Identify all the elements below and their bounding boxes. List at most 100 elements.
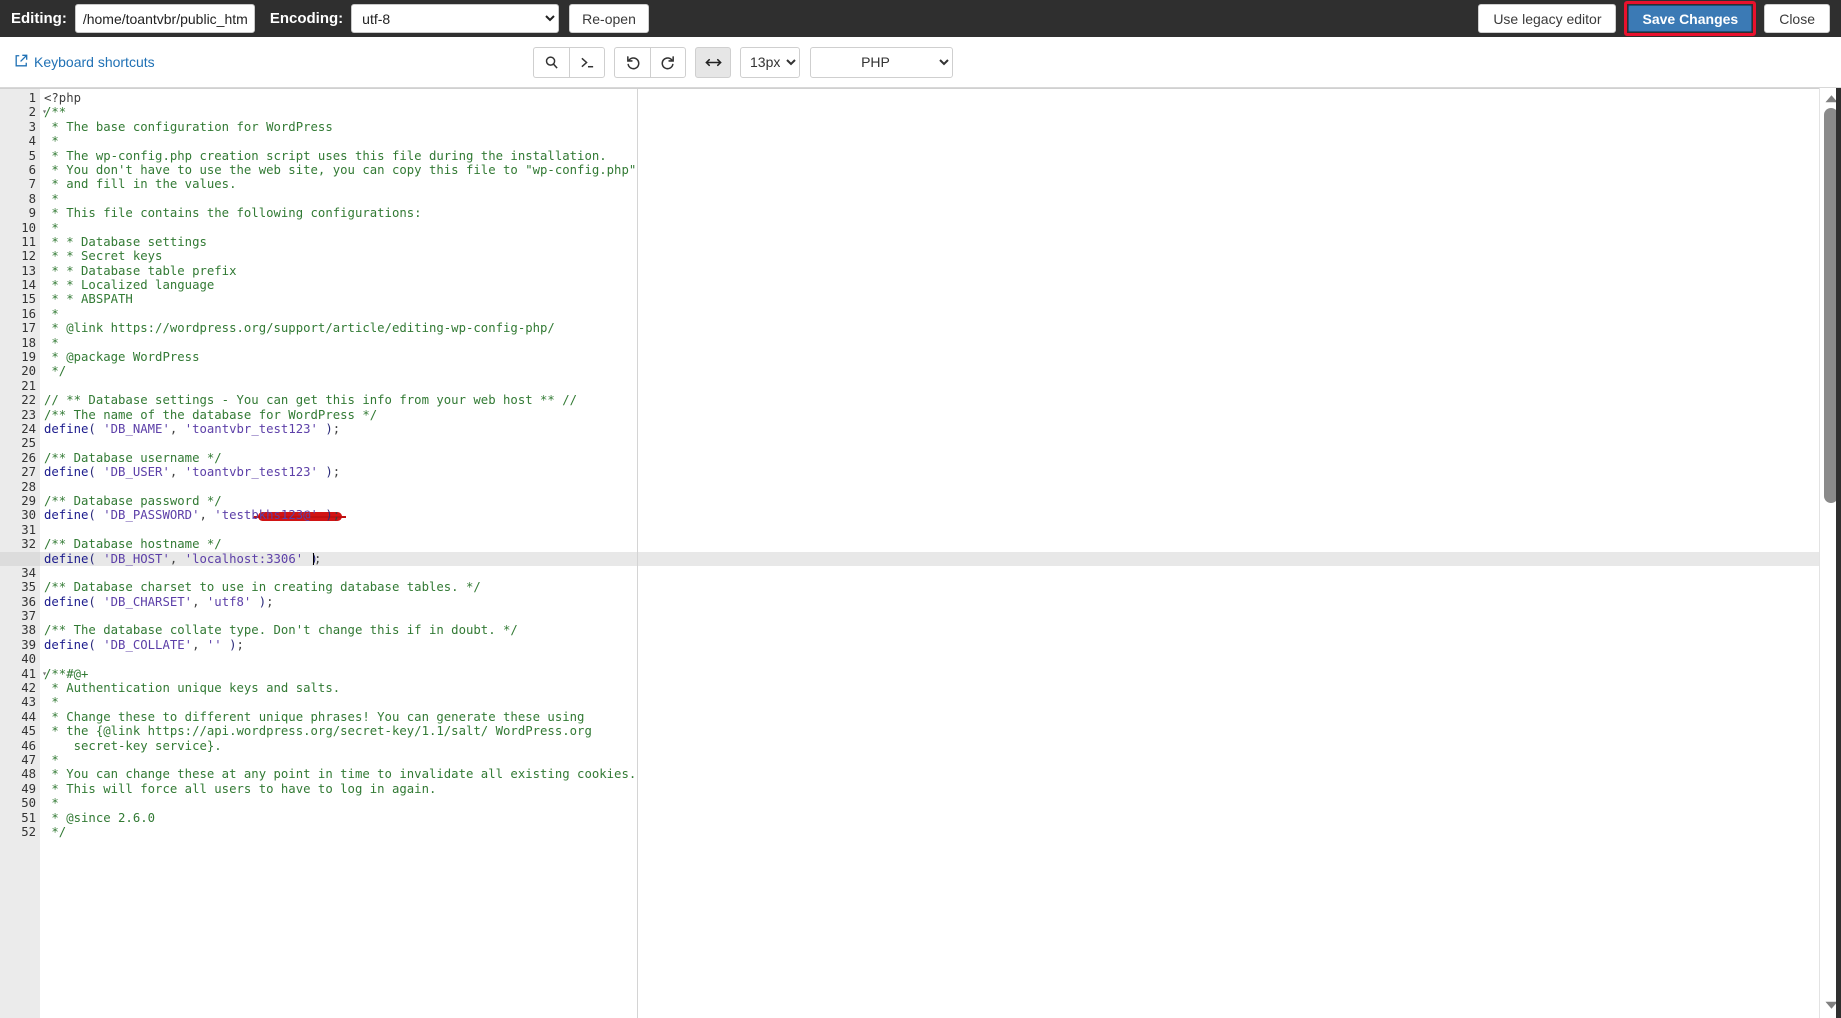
code-line[interactable]: /** Database username */ [40, 451, 1841, 465]
code-line[interactable]: * Change these to different unique phras… [40, 710, 1841, 724]
code-token: ( [88, 421, 104, 436]
code-line[interactable]: /** Database password */ [40, 494, 1841, 508]
code-token: /** Database password */ [44, 493, 222, 508]
word-wrap-icon[interactable] [695, 46, 731, 78]
code-line[interactable]: * [40, 221, 1841, 235]
code-line[interactable]: * [40, 796, 1841, 810]
code-line[interactable]: define( 'DB_PASSWORD', 'testbkhs123@' ); [40, 508, 1841, 522]
code-line[interactable]: /** The database collate type. Don't cha… [40, 623, 1841, 637]
code-content-area[interactable]: <?php/** * The base configuration for Wo… [40, 88, 1841, 1018]
code-line[interactable]: * @package WordPress [40, 350, 1841, 364]
code-editor[interactable]: 1 2 ▾ 3 4 5 6 7 8 9 10 11 12 13 14 15 16 17 18 19 20 21 22 23 24… [0, 88, 1841, 1018]
code-line[interactable]: * * Localized language [40, 278, 1841, 292]
code-line[interactable]: * [40, 695, 1841, 709]
redo-icon[interactable] [650, 46, 686, 78]
line-number: 21 [21, 378, 36, 393]
code-line[interactable] [40, 652, 1841, 666]
code-line[interactable]: <?php [40, 91, 1841, 105]
save-changes-button[interactable]: Save Changes [1628, 5, 1753, 32]
code-line[interactable]: secret-key service}. [40, 739, 1841, 753]
use-legacy-editor-button[interactable]: Use legacy editor [1478, 4, 1617, 33]
code-token: ( [88, 594, 104, 609]
close-button[interactable]: Close [1764, 4, 1830, 33]
line-number: 51 [21, 810, 36, 825]
code-line[interactable]: * This file contains the following confi… [40, 206, 1841, 220]
external-link-icon [14, 54, 28, 71]
code-line[interactable]: /** The name of the database for WordPre… [40, 408, 1841, 422]
code-token: /** Database hostname */ [44, 537, 222, 552]
code-line[interactable] [40, 379, 1841, 393]
code-line[interactable]: */ [40, 364, 1841, 378]
code-line[interactable]: define( 'DB_CHARSET', 'utf8' ); [40, 595, 1841, 609]
line-number: 18 [21, 335, 36, 350]
code-line[interactable]: define( 'DB_USER', 'toantvbr_test123' ); [40, 465, 1841, 479]
code-token: 'DB_HOST' [103, 551, 170, 566]
code-line[interactable]: * [40, 134, 1841, 148]
line-number: 24 [21, 421, 36, 436]
code-line[interactable]: * You can change these at any point in t… [40, 767, 1841, 781]
code-line[interactable]: /** Database charset to use in creating … [40, 580, 1841, 594]
line-number: 10 [21, 220, 36, 235]
code-line[interactable]: * @link https://wordpress.org/support/ar… [40, 321, 1841, 335]
code-token: * [44, 220, 59, 235]
line-number: 2 ▾ [0, 105, 47, 119]
code-line[interactable]: define( 'DB_NAME', 'toantvbr_test123' ); [40, 422, 1841, 436]
line-number: 25 [21, 436, 36, 451]
code-line[interactable] [40, 436, 1841, 450]
code-token: ( [88, 551, 104, 566]
code-line[interactable]: /** [40, 105, 1841, 119]
code-line[interactable]: * The wp-config.php creation script uses… [40, 149, 1841, 163]
code-line[interactable]: * * Database settings [40, 235, 1841, 249]
line-number: 3 [28, 119, 36, 134]
line-number: 35 [21, 580, 36, 595]
code-token: ( [88, 637, 104, 652]
font-size-select[interactable]: 13px [740, 46, 800, 78]
code-line[interactable]: * * Secret keys [40, 249, 1841, 263]
code-line[interactable]: * * ABSPATH [40, 292, 1841, 306]
code-token: * The base configuration for WordPress [44, 119, 333, 134]
code-line[interactable]: * [40, 336, 1841, 350]
code-token: * You can change these at any point in t… [44, 767, 637, 782]
code-line[interactable]: * The base configuration for WordPress [40, 120, 1841, 134]
code-line[interactable]: */ [40, 825, 1841, 839]
line-number: 13 [21, 263, 36, 278]
code-line[interactable] [40, 523, 1841, 537]
code-line[interactable]: * This will force all users to have to l… [40, 782, 1841, 796]
undo-icon[interactable] [614, 46, 650, 78]
code-line[interactable]: * Authentication unique keys and salts. [40, 681, 1841, 695]
line-number: 22 [21, 393, 36, 408]
code-line[interactable]: * @since 2.6.0 [40, 811, 1841, 825]
code-token: /** The name of the database for WordPre… [44, 407, 378, 422]
console-icon[interactable] [569, 46, 605, 78]
keyboard-shortcuts-link[interactable]: Keyboard shortcuts [14, 54, 155, 71]
code-line[interactable]: * [40, 753, 1841, 767]
code-line[interactable]: /** Database hostname */ [40, 537, 1841, 551]
code-line[interactable]: define( 'DB_HOST', 'localhost:3306' ); [40, 552, 1841, 566]
code-line[interactable]: define( 'DB_COLLATE', '' ); [40, 638, 1841, 652]
line-number: 19 [21, 350, 36, 365]
search-icon[interactable] [533, 46, 569, 78]
reopen-button[interactable]: Re-open [569, 4, 649, 33]
code-line[interactable]: * [40, 192, 1841, 206]
code-line[interactable]: * You don't have to use the web site, yo… [40, 163, 1841, 177]
code-line[interactable]: * * Database table prefix [40, 264, 1841, 278]
code-line[interactable]: /**#@+ [40, 667, 1841, 681]
code-token: /** [44, 105, 67, 120]
code-token: * [44, 191, 59, 206]
line-number: 7 [28, 177, 36, 192]
code-line[interactable]: * and fill in the values. [40, 177, 1841, 191]
line-number: 1 [28, 91, 36, 105]
code-token: define [44, 508, 89, 523]
code-line[interactable] [40, 566, 1841, 580]
code-line[interactable]: * the {@link https://api.wordpress.org/s… [40, 724, 1841, 738]
code-line[interactable]: // ** Database settings - You can get th… [40, 393, 1841, 407]
code-line[interactable] [40, 480, 1841, 494]
encoding-select[interactable]: utf-8 [351, 4, 560, 33]
line-number: 32 [21, 537, 36, 552]
code-line[interactable]: * [40, 307, 1841, 321]
code-token: , [199, 508, 215, 523]
file-path-input[interactable] [74, 4, 255, 33]
code-line[interactable] [40, 609, 1841, 623]
code-token: ; [332, 421, 341, 436]
language-mode-select[interactable]: PHP [810, 46, 953, 78]
